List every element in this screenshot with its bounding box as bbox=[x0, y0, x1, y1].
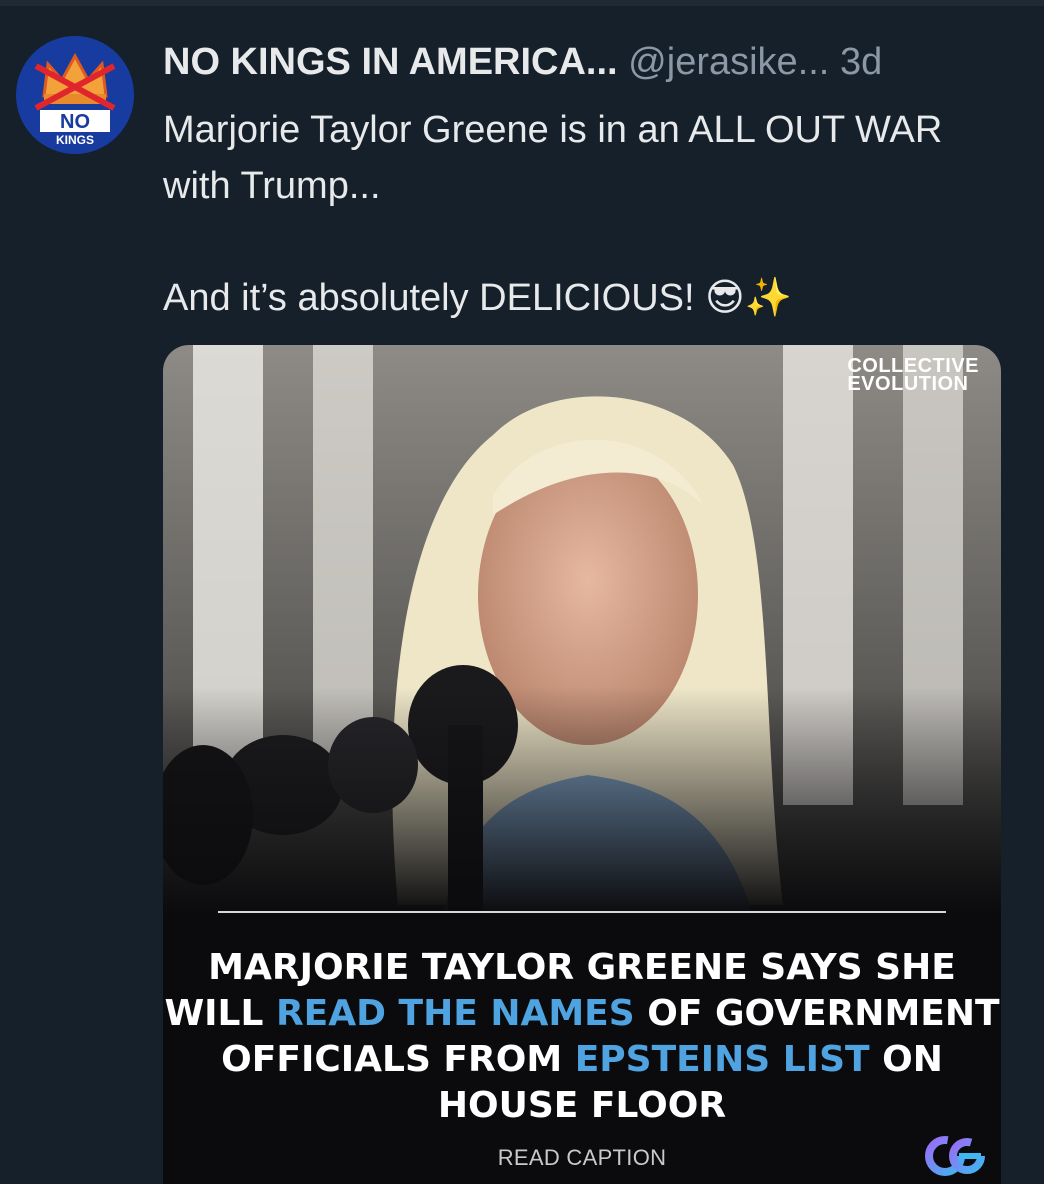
ce-logo-icon bbox=[925, 1136, 985, 1176]
tweet-text: Marjorie Taylor Greene is in an ALL OUT … bbox=[163, 109, 943, 319]
tweet-header: NO KINGS IN AMERICA... @jerasike... 3d bbox=[163, 40, 1023, 84]
svg-text:NO: NO bbox=[60, 111, 90, 133]
headline-divider bbox=[218, 911, 946, 913]
svg-text:KINGS: KINGS bbox=[56, 133, 94, 147]
top-divider bbox=[0, 0, 1044, 6]
user-handle[interactable]: @jerasike... bbox=[628, 41, 829, 83]
image-headline: MARJORIE TAYLOR GREENE SAYS SHE WILL REA… bbox=[164, 947, 1000, 1126]
avatar[interactable]: NO KINGS bbox=[16, 36, 134, 154]
crown-icon: NO KINGS bbox=[16, 36, 134, 154]
tweet-media-image[interactable]: COLLECTIVE EVOLUTION MARJORIE TAYLOR GRE… bbox=[163, 345, 1001, 1184]
timestamp[interactable]: 3d bbox=[840, 41, 882, 83]
display-name[interactable]: NO KINGS IN AMERICA... bbox=[163, 41, 618, 83]
read-caption-text: READ CAPTION bbox=[497, 1145, 667, 1170]
photo bbox=[163, 345, 1001, 915]
brand-watermark: COLLECTIVE EVOLUTION bbox=[847, 355, 979, 395]
